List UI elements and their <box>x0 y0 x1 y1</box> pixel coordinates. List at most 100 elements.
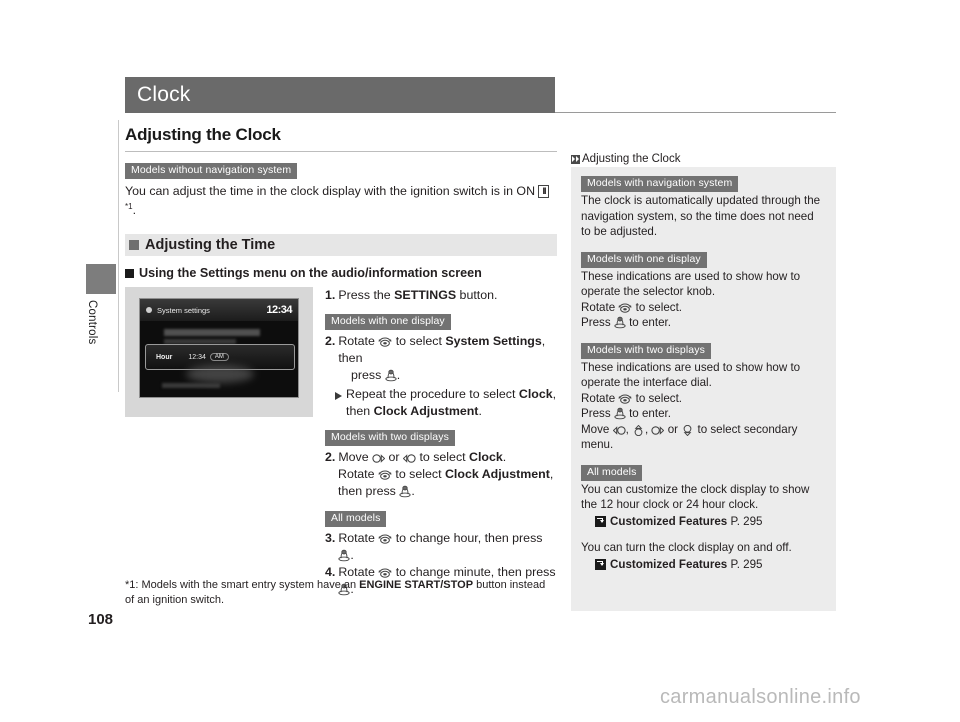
screen-row-label: Hour <box>156 353 173 361</box>
rotate-knob-icon <box>378 470 392 480</box>
step-2-two-t1: Move <box>338 450 373 465</box>
sb2-l3t1: Press <box>581 407 614 420</box>
chip-models-without-navigation: Models without navigation system <box>125 163 298 179</box>
main-content: Adjusting the Clock Models without navig… <box>125 125 557 598</box>
sb1-l2t2: to select. <box>632 300 683 314</box>
chip-row-all-models: All models <box>325 509 557 528</box>
ref1-page: P. 295 <box>727 514 763 528</box>
step-3-t1: Rotate <box>338 531 379 546</box>
sidebar-all-models-para1: You can customize the clock display to s… <box>581 482 810 512</box>
sidebar-heading-text: Adjusting the Clock <box>582 153 681 165</box>
step-2-one-t2: to select <box>392 334 446 349</box>
rotate-knob-icon <box>378 534 392 544</box>
subsection-title: Adjusting the Time <box>145 237 276 254</box>
intro-chip-row: Models without navigation system <box>125 160 557 179</box>
cross-reference-2-text: Customized Features P. 295 <box>610 557 763 573</box>
step-1-text-before: Press the <box>338 288 395 303</box>
screen-title: System settings <box>157 305 210 315</box>
step-3: 3. Rotate to change hour, then press . <box>325 530 557 564</box>
sidebar-all-models-para2: You can turn the clock display on and of… <box>581 541 792 554</box>
step-2-two-l2t1: Rotate <box>338 467 378 482</box>
sidebar-one-display-line1: These indications are used to show how t… <box>581 269 801 299</box>
press-knob-icon <box>385 369 397 382</box>
cross-reference-2[interactable]: Customized Features P. 295 <box>581 557 826 573</box>
bullet-l2t2: . <box>478 404 482 419</box>
jump-arrow-icon <box>595 515 606 527</box>
press-knob-icon <box>338 549 350 562</box>
system-settings-label: System Settings <box>445 334 542 349</box>
chapter-tab-block <box>86 264 116 294</box>
screen-row-value: 12:34 <box>188 353 206 361</box>
move-right-icon <box>651 425 665 435</box>
step-3-t2: to change hour, then press <box>392 531 543 546</box>
sidebar-one-display-line2: Rotate to select. <box>581 300 826 316</box>
screen-row-unit: AM <box>209 353 229 362</box>
step-2-one-text: Rotate to select System Settings, then <box>338 333 557 367</box>
step-2-two-line2: Rotate to select Clock Adjustment, <box>325 466 557 483</box>
step-1-number: 1. <box>325 288 336 303</box>
clock-adjustment-label-2: Clock Adjustment <box>444 467 550 482</box>
left-divider <box>118 120 119 392</box>
step-2-one-bullet: Repeat the procedure to select Clock, the… <box>325 386 557 420</box>
subsubsection-title: Using the Settings menu on the audio/inf… <box>139 266 482 281</box>
cross-reference-1[interactable]: Customized Features P. 295 <box>581 514 826 530</box>
step-2-two-t3: to select <box>416 450 470 465</box>
chip-row-one-display: Models with one display <box>325 312 557 331</box>
step-2-two-line3: then press . <box>325 483 557 500</box>
clock-label-2: Clock <box>469 450 503 465</box>
step-2-one-l2t2: . <box>396 368 401 383</box>
sidebar-panel: Models with navigation system The clock … <box>571 167 836 611</box>
sidebar-heading: Adjusting the Clock <box>571 153 680 165</box>
sidebar-two-displays-line1: These indications are used to show how t… <box>581 360 801 390</box>
chapter-tab-label: Controls <box>86 300 98 345</box>
section-title: Adjusting the Clock <box>125 125 281 144</box>
intro-paragraph: You can adjust the time in the clock dis… <box>125 183 557 218</box>
sidebar-chip-two-displays: Models with two displays <box>581 342 711 359</box>
engine-start-stop-label: ENGINE START/STOP <box>359 579 474 591</box>
sidebar-two-displays-line3: Press to enter. <box>581 406 826 422</box>
sb2-l3t2: to enter. <box>625 407 671 420</box>
intro-text-before: You can adjust the time in the clock dis… <box>125 184 539 198</box>
rotate-knob-icon <box>618 394 632 404</box>
ref1-title: Customized Features <box>610 514 728 528</box>
step-2-two-l3t1: then press <box>338 484 400 499</box>
screen-clock: 12:34 <box>266 304 292 317</box>
screen-bezel: System settings 12:34 Hour 12:34 AM <box>139 298 299 399</box>
figure-wrapper: System settings 12:34 Hour 12:34 AM <box>125 287 313 598</box>
page-header-bar: Clock <box>125 77 555 113</box>
sidebar-two-displays-line4: Move , , or to select secondary menu. <box>581 422 798 452</box>
step-2-two-t2: or <box>385 450 403 465</box>
sidebar-gap-2 <box>581 331 826 342</box>
chip-row-two-displays: Models with two displays <box>325 428 557 447</box>
step-2-one-number: 2. <box>325 334 336 349</box>
manual-page: Controls Clock Adjusting the Clock Model… <box>0 0 960 722</box>
header-rule <box>555 112 836 113</box>
step-3-number: 3. <box>325 531 336 546</box>
infotainment-screen-figure: System settings 12:34 Hour 12:34 AM <box>125 287 313 418</box>
bullet-t2: , <box>552 387 557 402</box>
page-title: Clock <box>137 83 191 106</box>
press-knob-icon <box>614 316 626 329</box>
move-right-icon <box>372 454 386 463</box>
clock-adjustment-label-1: Clock Adjustment <box>373 404 479 419</box>
screen-blurred-item-1 <box>164 329 260 337</box>
step-1-text-after: button. <box>456 288 498 303</box>
sidebar-one-display-line3: Press to enter. <box>581 315 826 331</box>
sb2-l4t1: Move <box>581 422 613 436</box>
step-2-two-displays: 2. Move or to select Clock. <box>325 449 557 466</box>
sidebar-gap-1 <box>581 240 826 251</box>
screen-topbar: System settings 12:34 <box>140 299 298 322</box>
step-1-text: Press the SETTINGS button. <box>338 287 557 304</box>
triangle-bullet-icon <box>335 391 342 400</box>
clock-label-1: Clock <box>518 387 553 402</box>
sb1-l3t1: Press <box>581 316 614 329</box>
step-2-one-bullet-text: Repeat the procedure to select Clock, the… <box>346 386 556 420</box>
sidebar-chip-one-display: Models with one display <box>581 251 707 268</box>
press-knob-icon <box>614 407 626 420</box>
footnote-t1: *1: Models with the smart entry system h… <box>125 579 360 591</box>
step-2-two-l2t3: , <box>549 467 554 482</box>
step-1: 1. Press the SETTINGS button. <box>325 287 557 304</box>
rotate-knob-icon <box>378 337 392 347</box>
subsection-header: Adjusting the Time <box>125 234 557 257</box>
settings-button-label: SETTINGS <box>394 288 457 303</box>
